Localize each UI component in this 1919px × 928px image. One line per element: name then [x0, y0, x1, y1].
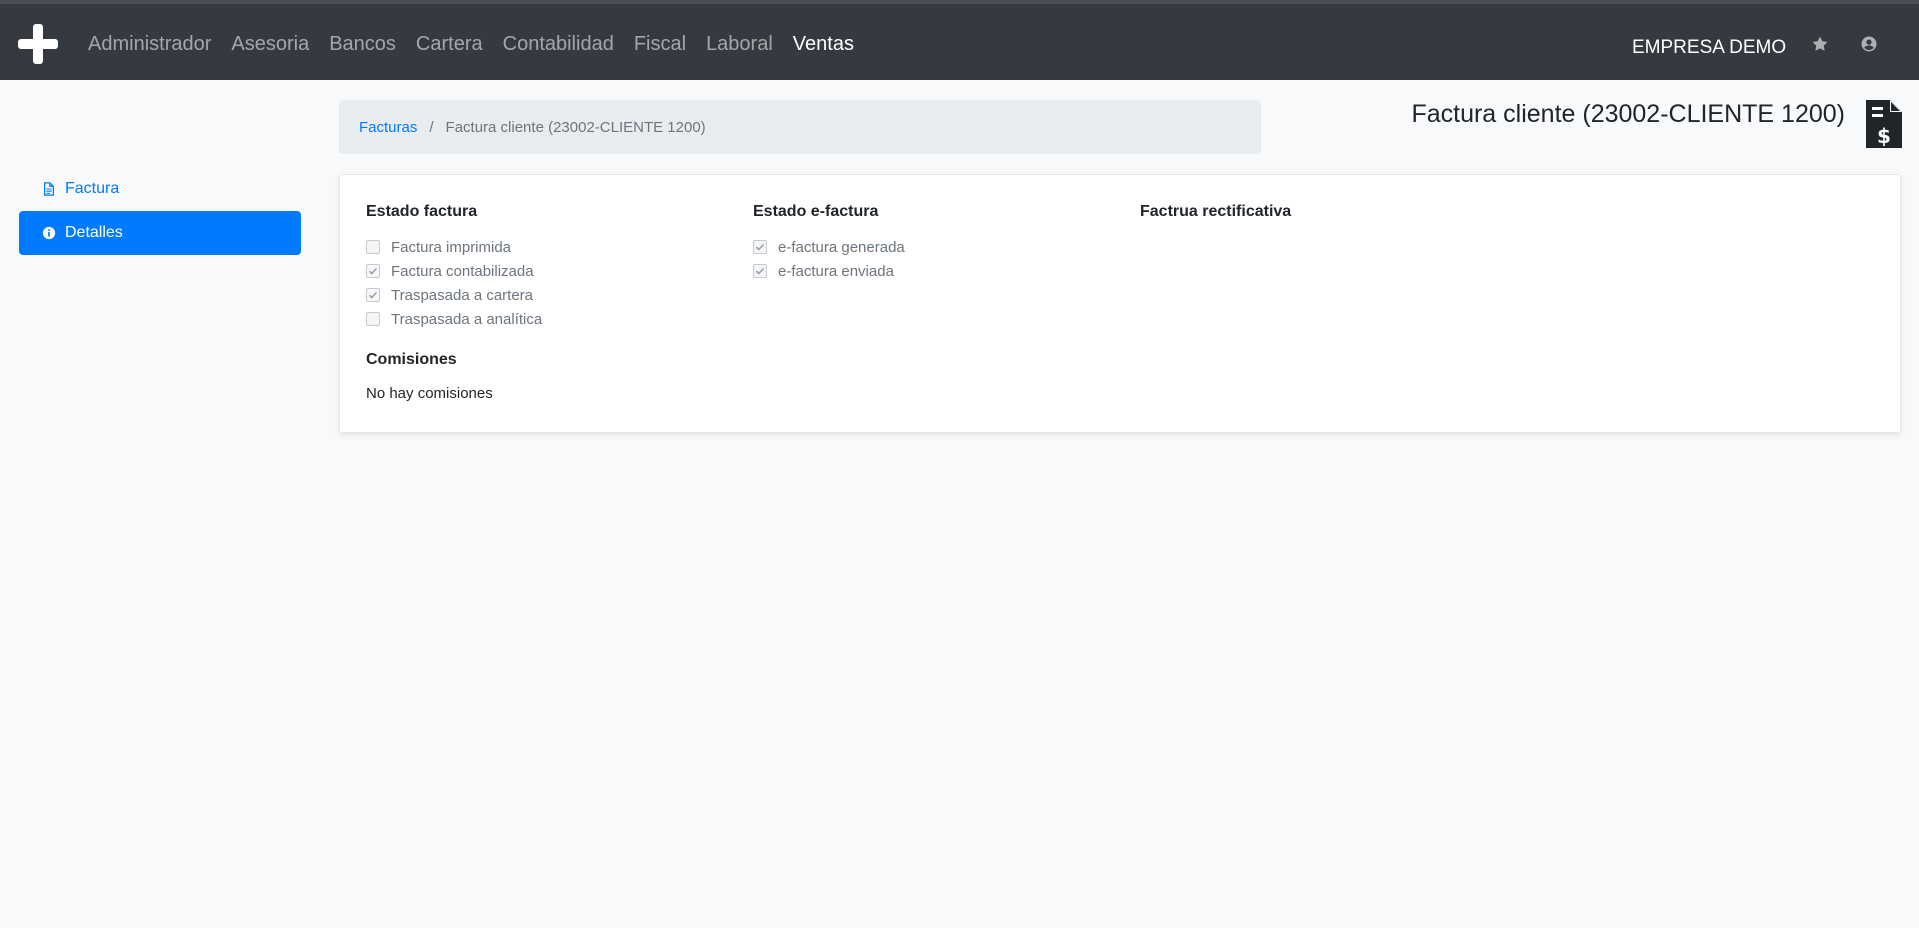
nav-item-bancos[interactable]: Bancos	[319, 33, 406, 56]
sidebar: Factura Detalles	[19, 167, 301, 255]
estado-efactura-heading: Estado e-factura	[753, 203, 879, 220]
checkbox-label: Traspasada a analítica	[391, 310, 543, 328]
checkbox-label: Factura imprimida	[391, 238, 512, 256]
breadcrumb-current: Factura cliente (23002-CLIENTE 1200)	[445, 118, 706, 136]
check-traspasada-cartera: Traspasada a cartera	[366, 283, 542, 307]
check-efactura-generada: e-factura generada	[753, 235, 905, 259]
checkbox[interactable]	[366, 264, 380, 278]
info-circle-icon	[41, 225, 57, 241]
rectificativa-section: Factrua rectificativa	[1140, 203, 1291, 235]
check-factura-contabilizada: Factura contabilizada	[366, 259, 542, 283]
checkmark-icon	[755, 267, 765, 275]
checkmark-icon	[755, 243, 765, 251]
checkbox-label: e-factura enviada	[778, 262, 894, 280]
comisiones-section: Comisiones No hay comisiones	[366, 351, 493, 402]
checkbox-label: e-factura generada	[778, 238, 905, 256]
breadcrumb: Facturas / Factura cliente (23002-CLIENT…	[339, 100, 1261, 154]
checkmark-icon	[368, 291, 378, 299]
sidebar-item-label: Factura	[65, 180, 120, 197]
checkbox[interactable]	[753, 240, 767, 254]
checkbox[interactable]	[753, 264, 767, 278]
breadcrumb-link-facturas[interactable]: Facturas	[359, 119, 417, 136]
checkbox[interactable]	[366, 240, 380, 254]
nav-item-administrador[interactable]: Administrador	[78, 33, 221, 56]
comisiones-empty-text: No hay comisiones	[366, 385, 493, 402]
check-factura-imprimida: Factura imprimida	[366, 235, 542, 259]
svg-text:$: $	[1877, 124, 1891, 148]
nav-item-cartera[interactable]: Cartera	[406, 33, 493, 56]
estado-efactura-section: Estado e-factura e-factura generada e-fa…	[753, 203, 905, 283]
nav-item-asesoria[interactable]: Asesoria	[221, 33, 319, 56]
estado-factura-section: Estado factura Factura imprimida Factura…	[366, 203, 542, 331]
sidebar-item-detalles[interactable]: Detalles	[19, 211, 301, 255]
nav-item-fiscal[interactable]: Fiscal	[624, 33, 696, 56]
checkbox-label: Traspasada a cartera	[391, 286, 534, 304]
sidebar-item-factura[interactable]: Factura	[19, 167, 301, 211]
plus-logo-icon[interactable]	[18, 24, 58, 64]
check-efactura-enviada: e-factura enviada	[753, 259, 905, 283]
file-text-icon	[41, 181, 57, 197]
check-traspasada-analitica: Traspasada a analítica	[366, 307, 542, 331]
details-card: Estado factura Factura imprimida Factura…	[339, 174, 1901, 433]
comisiones-heading: Comisiones	[366, 351, 457, 368]
checkbox[interactable]	[366, 288, 380, 302]
estado-factura-heading: Estado factura	[366, 203, 478, 220]
nav-item-ventas[interactable]: Ventas	[783, 33, 864, 56]
checkbox[interactable]	[366, 312, 380, 326]
rectificativa-heading: Factrua rectificativa	[1140, 203, 1292, 220]
checkbox-label: Factura contabilizada	[391, 262, 534, 280]
breadcrumb-separator: /	[429, 118, 434, 136]
star-icon[interactable]	[1810, 34, 1830, 54]
sidebar-item-label: Detalles	[65, 224, 123, 241]
checkmark-icon	[368, 267, 378, 275]
company-name[interactable]: EMPRESA DEMO	[1632, 37, 1786, 59]
main-menu: Administrador Asesoria Bancos Cartera Co…	[78, 26, 864, 62]
user-circle-icon[interactable]	[1859, 34, 1879, 54]
file-invoice-dollar-icon: $	[1864, 98, 1904, 150]
nav-item-laboral[interactable]: Laboral	[696, 33, 783, 56]
page-title: Factura cliente (23002-CLIENTE 1200)	[1411, 100, 1845, 128]
nav-item-contabilidad[interactable]: Contabilidad	[493, 33, 624, 56]
top-navbar: Administrador Asesoria Bancos Cartera Co…	[0, 0, 1919, 80]
